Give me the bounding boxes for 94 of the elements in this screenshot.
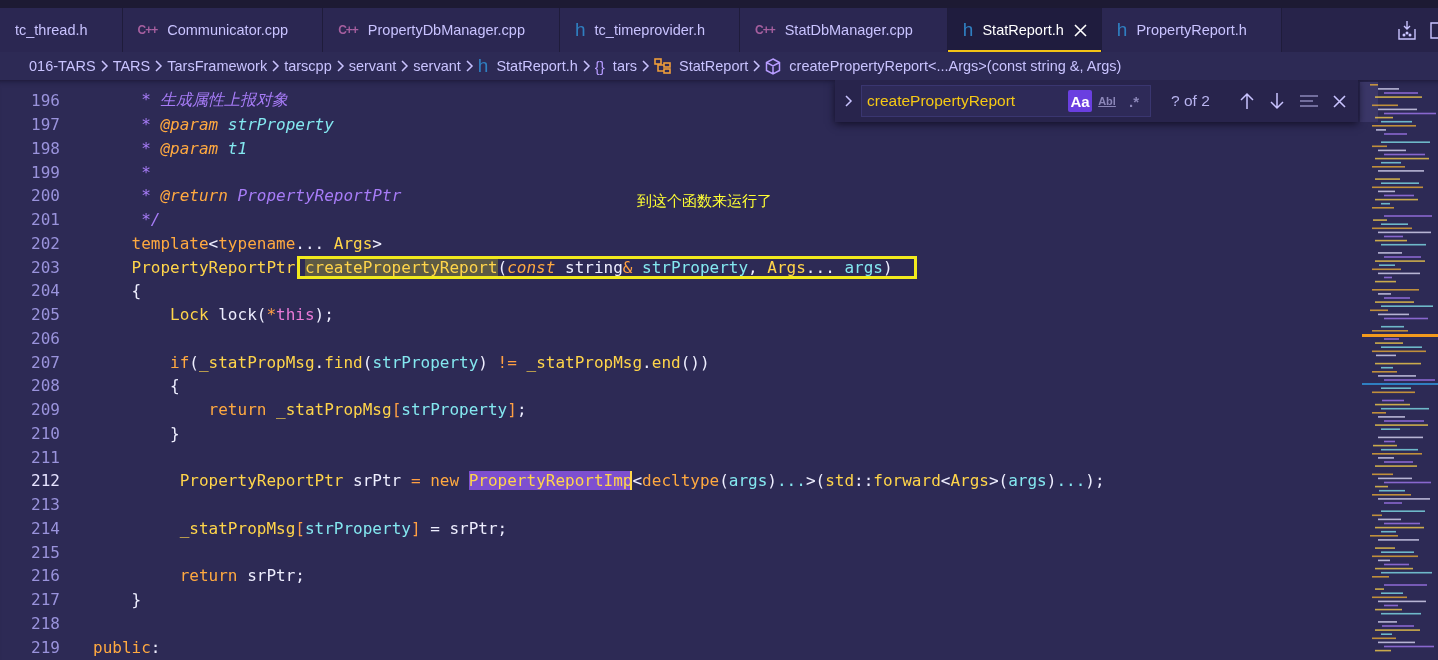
- code-line: PropertyReportPtr srPtr = new PropertyReportImp<decltype(args)...>(std::forward<Args>(args)...);: [178, 471, 1105, 491]
- editor-tab[interactable]: h PropertyReport.h: [1101, 8, 1282, 52]
- code-line: template<typename... Args>: [130, 233, 382, 253]
- line-number: 196: [30, 91, 61, 111]
- line-number: 214: [30, 518, 61, 538]
- chevron-right-icon: [271, 60, 281, 72]
- code-line: public:: [93, 637, 161, 657]
- breadcrumb-item[interactable]: {} tars: [594, 57, 638, 75]
- find-option-toggle[interactable]: .*: [1122, 90, 1146, 112]
- breadcrumb-item[interactable]: StatReport: [654, 58, 749, 74]
- code-line: _statPropMsg[strProperty] = srPtr;: [178, 518, 508, 538]
- cpp-file-icon: C++: [137, 23, 158, 37]
- code-line: * 生成属性上报对象: [140, 90, 289, 112]
- code-line: }: [169, 423, 180, 443]
- line-number: 200: [30, 186, 61, 206]
- line-number: 198: [30, 138, 61, 158]
- annotation-note: 到这个函数来运行了: [637, 192, 772, 211]
- line-number: 211: [30, 447, 61, 467]
- close-icon[interactable]: [1073, 23, 1087, 37]
- line-number: 201: [30, 210, 61, 230]
- next-match-button[interactable]: [1269, 92, 1285, 110]
- match-count: ? of 2: [1170, 92, 1211, 110]
- header-file-icon: h: [477, 55, 489, 77]
- chevron-right-icon: [464, 60, 474, 72]
- breadcrumb-item[interactable]: TARS: [112, 58, 151, 74]
- braces-icon: {}: [594, 57, 605, 75]
- line-number: 207: [30, 352, 61, 372]
- breadcrumb-item[interactable]: h StatReport.h: [477, 55, 578, 77]
- breadcrumb-item[interactable]: servant: [413, 58, 461, 74]
- chevron-right-icon: [581, 60, 591, 72]
- code-line: *: [140, 162, 151, 182]
- chevron-right-icon: [400, 60, 410, 72]
- breadcrumb-item[interactable]: TarsFramework: [167, 58, 268, 74]
- header-file-icon: h: [575, 19, 585, 41]
- close-button[interactable]: [1333, 94, 1346, 108]
- cpp-file-icon: C++: [755, 23, 775, 37]
- line-number: 212: [30, 471, 61, 491]
- code-line: {: [130, 281, 142, 301]
- line-number: 203: [30, 257, 61, 277]
- code-line: Lock lock(*this);: [169, 305, 334, 325]
- code-line: * @return PropertyReportPtr: [140, 186, 402, 206]
- find-option-toggle[interactable]: Abl: [1095, 90, 1119, 112]
- line-number: 219: [30, 637, 61, 657]
- split-editor-icon[interactable]: [1430, 20, 1438, 40]
- chevron-right-icon: [99, 60, 109, 72]
- code-line: {: [169, 376, 180, 396]
- line-number: 202: [30, 233, 61, 253]
- editor-tab[interactable]: C++ PropertyDbManager.cpp: [323, 8, 560, 52]
- line-number: 206: [30, 328, 61, 348]
- breadcrumb-item[interactable]: createPropertyReport<...Args>(const string &, Args): [765, 57, 1122, 75]
- previous-match-button[interactable]: [1239, 92, 1255, 110]
- breadcrumb-item[interactable]: tarscpp: [284, 58, 332, 74]
- chevron-right-icon: [752, 60, 762, 72]
- line-number: 217: [30, 590, 61, 610]
- chevron-right-icon: [154, 60, 164, 72]
- editor-tab[interactable]: h StatReport.h: [947, 8, 1102, 52]
- line-number: 199: [30, 162, 61, 182]
- line-number: 205: [30, 305, 61, 325]
- line-number: 215: [30, 542, 61, 562]
- header-file-icon: h: [962, 19, 973, 41]
- editor-tab[interactable]: tc_thread.h: [0, 8, 123, 52]
- breadcrumb-item[interactable]: 016-TARS: [29, 58, 96, 74]
- code-line: PropertyReportPtr createPropertyReport(const string& strProperty, Args... args): [130, 257, 893, 277]
- tray-download-icon[interactable]: [1398, 20, 1416, 40]
- line-number: 210: [30, 423, 61, 443]
- cpp-file-icon: C++: [338, 23, 358, 37]
- code-line: */: [140, 210, 161, 230]
- code-line: return srPtr;: [178, 566, 305, 586]
- code-line: * @param strProperty: [140, 115, 334, 135]
- editor-tab[interactable]: h tc_timeprovider.h: [560, 8, 740, 52]
- chevron-right-icon: [641, 60, 651, 72]
- code-line: return _statPropMsg[strProperty];: [207, 400, 527, 420]
- class-icon: [654, 58, 672, 74]
- line-number: 213: [30, 495, 61, 515]
- find-in-selection-button[interactable]: [1299, 94, 1319, 108]
- line-number: 216: [30, 566, 61, 586]
- toggle-replace-button[interactable]: [843, 94, 855, 108]
- code-line: * @param t1: [140, 138, 248, 158]
- chevron-right-icon: [843, 94, 855, 108]
- line-number: 204: [30, 281, 61, 301]
- line-number: 197: [30, 115, 61, 135]
- chevron-right-icon: [335, 60, 345, 72]
- line-number: 208: [30, 376, 61, 396]
- breadcrumb-item[interactable]: servant: [348, 58, 397, 74]
- find-option-toggle[interactable]: Aa: [1068, 90, 1092, 112]
- line-number: 209: [30, 400, 61, 420]
- editor-tab[interactable]: C++ StatDbManager.cpp: [740, 8, 948, 52]
- code-line: if(_statPropMsg.find(strProperty) != _statPropMsg.end()): [169, 352, 710, 372]
- code-line: }: [130, 590, 142, 610]
- cube-icon: [765, 57, 782, 75]
- editor-tab[interactable]: C++ Communicator.cpp: [122, 8, 324, 52]
- find-input[interactable]: createPropertyReport Aa Abl .*: [861, 85, 1151, 117]
- line-number: 218: [30, 613, 61, 633]
- header-file-icon: h: [1116, 19, 1127, 41]
